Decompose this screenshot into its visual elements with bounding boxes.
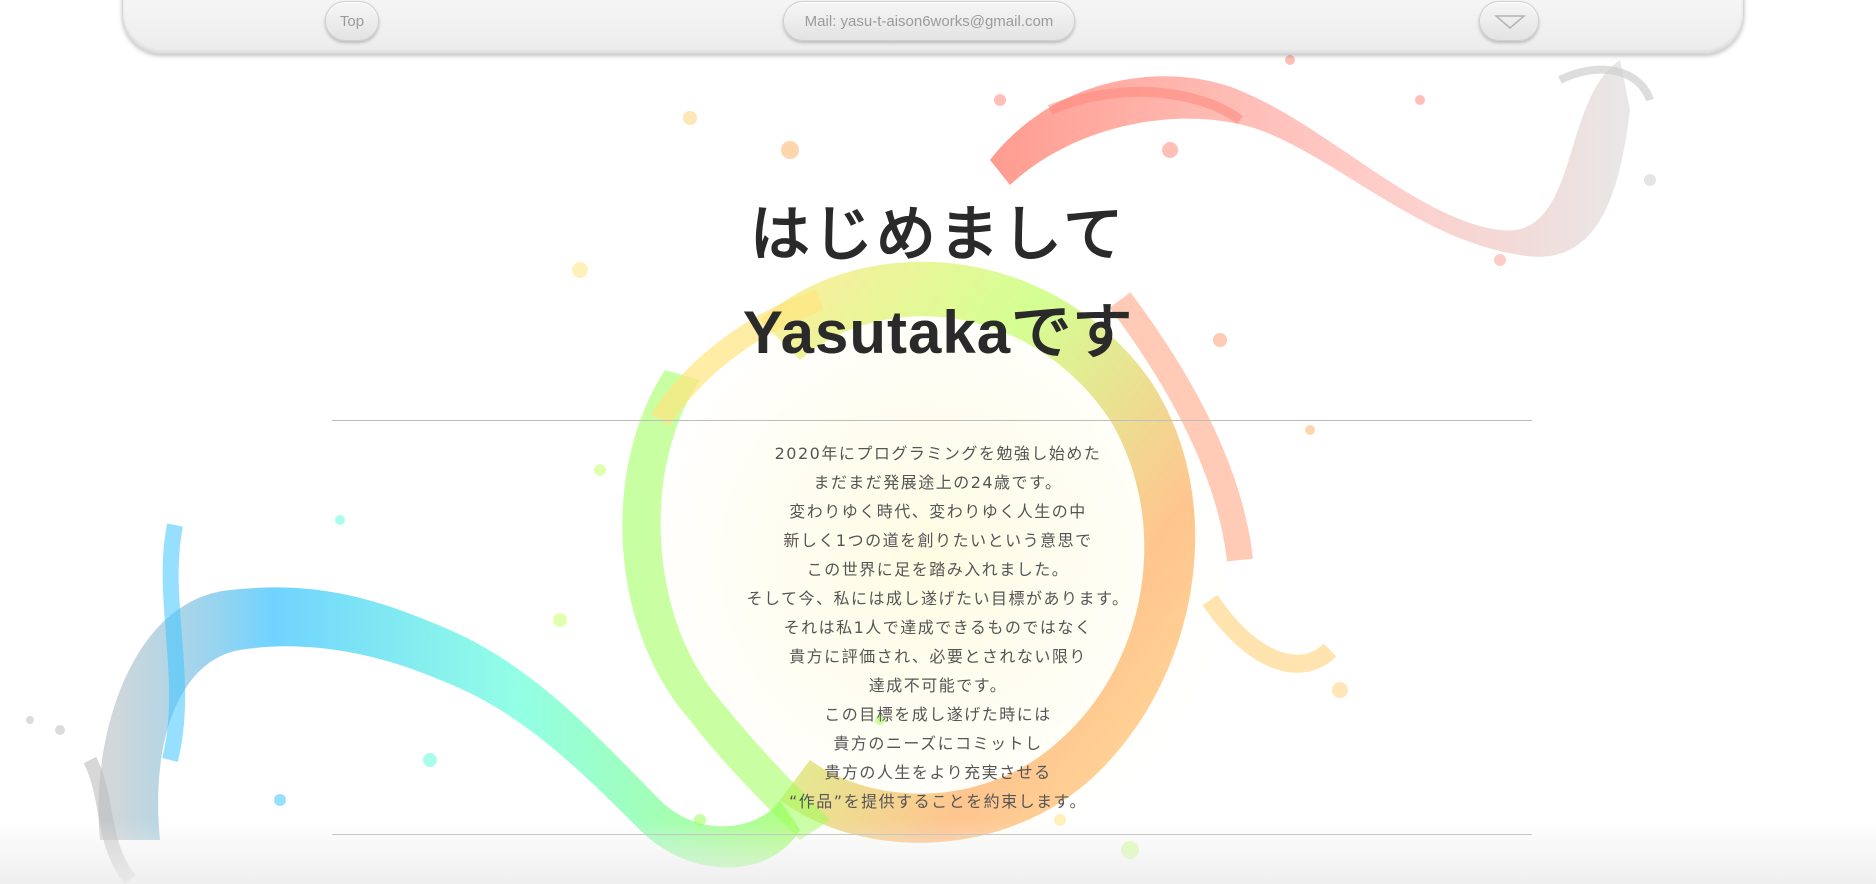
triangle-down-icon [1494, 15, 1526, 29]
intro-line: まだまだ発展途上の24歳です。 [813, 473, 1063, 492]
bottom-shadow [0, 820, 1876, 884]
top-button[interactable]: Top [325, 1, 379, 41]
intro-line: 新しく1つの道を創りたいという意思で [783, 531, 1093, 550]
intro-line: “作品”を提供することを約束します。 [789, 792, 1087, 811]
menu-toggle-button[interactable] [1479, 1, 1539, 41]
page: Top Mail: yasu-t-aison6works@gmail.com は… [0, 0, 1876, 884]
top-nav-bar: Top Mail: yasu-t-aison6works@gmail.com [122, 0, 1744, 54]
intro-text: 2020年にプログラミングを勉強し始めた まだまだ発展途上の24歳です。 変わり… [0, 439, 1876, 816]
intro-line: それは私1人で達成できるものではなく [783, 618, 1093, 637]
mail-link-button[interactable]: Mail: yasu-t-aison6works@gmail.com [783, 1, 1075, 41]
intro-line: 2020年にプログラミングを勉強し始めた [774, 444, 1102, 463]
divider [332, 420, 1532, 421]
intro-line: 貴方のニーズにコミットし [833, 734, 1043, 753]
intro-line: 貴方の人生をより充実させる [824, 763, 1052, 782]
intro-section: はじめまして Yasutakaです 2020年にプログラミングを勉強し始めた ま… [0, 0, 1876, 884]
intro-line: 貴方に評価され、必要とされない限り [789, 647, 1087, 666]
intro-line: 達成不可能です。 [868, 676, 1008, 695]
greeting-heading: はじめまして [749, 201, 1127, 268]
name-heading: Yasutakaです [742, 299, 1134, 366]
intro-line: そして今、私には成し遂げたい目標があります。 [746, 589, 1130, 608]
intro-line: この目標を成し遂げた時には [824, 705, 1052, 724]
intro-line: 変わりゆく時代、変わりゆく人生の中 [789, 502, 1087, 521]
intro-line: この世界に足を踏み入れました。 [806, 560, 1070, 579]
